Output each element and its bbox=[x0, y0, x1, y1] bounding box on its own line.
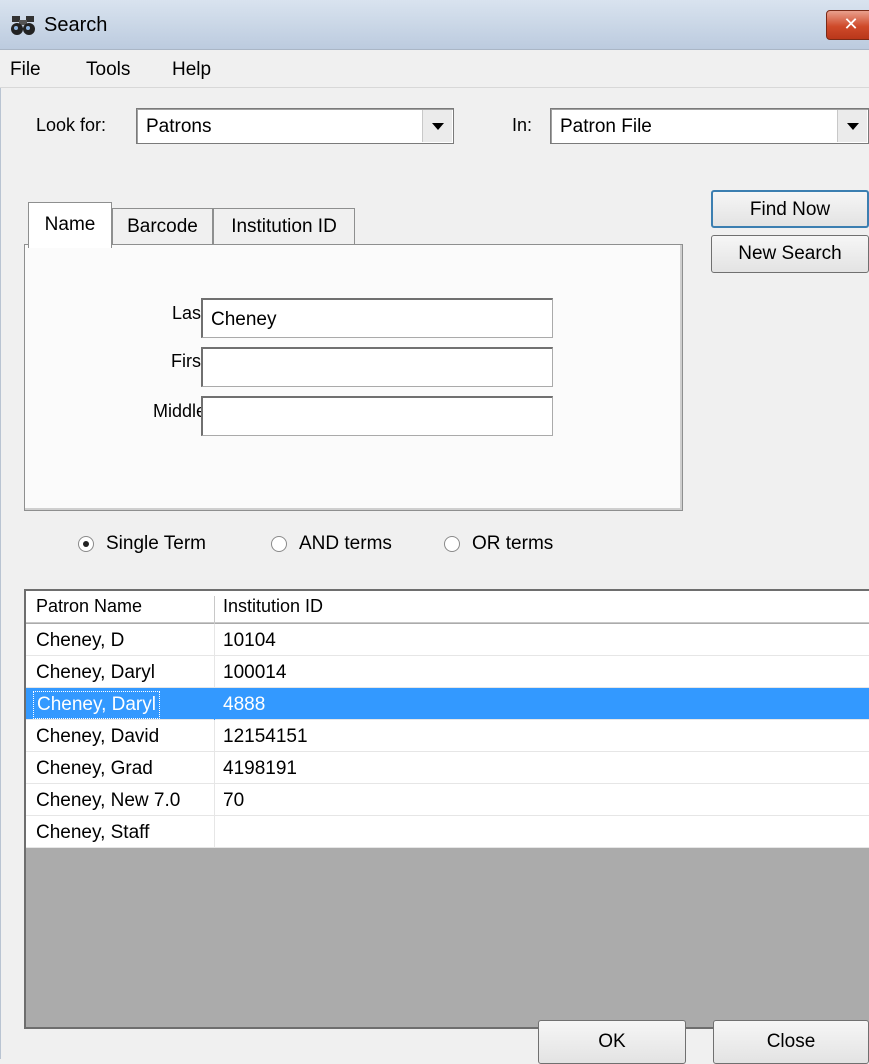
look-for-label: Look for: bbox=[36, 115, 107, 135]
last-name-field[interactable]: Cheney bbox=[201, 298, 553, 338]
column-patron-name[interactable]: Patron Name bbox=[36, 596, 142, 617]
and-terms-radio[interactable] bbox=[271, 536, 287, 552]
close-icon: ✕ bbox=[843, 14, 859, 34]
first-label: First: bbox=[171, 351, 211, 371]
last-name-value: Cheney bbox=[211, 309, 277, 330]
middle-name-field[interactable] bbox=[201, 396, 553, 436]
window-left-border bbox=[0, 88, 5, 1059]
look-for-dropdown[interactable]: Patrons bbox=[136, 108, 454, 144]
table-row[interactable]: Cheney, Staff bbox=[26, 816, 869, 848]
table-row[interactable]: Cheney, Grad 4198191 bbox=[26, 752, 869, 784]
chevron-down-icon[interactable] bbox=[422, 110, 452, 142]
new-search-button[interactable]: New Search bbox=[711, 235, 869, 273]
in-label: In: bbox=[512, 115, 533, 135]
patron-name-cell: Cheney, Daryl bbox=[36, 662, 155, 683]
ok-button[interactable]: OK bbox=[538, 1020, 686, 1064]
menu-tools[interactable]: Tools bbox=[86, 59, 130, 81]
in-value: Patron File bbox=[560, 116, 652, 137]
institution-id-cell: 100014 bbox=[223, 662, 287, 683]
menu-bar: File Tools Help bbox=[0, 50, 869, 88]
menu-help[interactable]: Help bbox=[172, 59, 211, 81]
single-term-radio[interactable] bbox=[78, 536, 94, 552]
close-window-button[interactable]: ✕ bbox=[826, 10, 869, 40]
tab-name[interactable]: Name bbox=[28, 202, 112, 248]
institution-id-cell: 10104 bbox=[223, 630, 276, 651]
results-list[interactable]: Patron Name Institution ID Cheney, D 101… bbox=[24, 589, 869, 1029]
find-now-button[interactable]: Find Now bbox=[711, 190, 869, 228]
close-button[interactable]: Close bbox=[713, 1020, 869, 1064]
or-terms-label[interactable]: OR terms bbox=[472, 533, 553, 555]
tab-barcode[interactable]: Barcode bbox=[112, 208, 213, 244]
or-terms-radio[interactable] bbox=[444, 536, 460, 552]
patron-name-cell: Cheney, D bbox=[36, 630, 125, 651]
tab-institution-id[interactable]: Institution ID bbox=[213, 208, 355, 244]
first-name-field[interactable] bbox=[201, 347, 553, 387]
patron-name-cell: Cheney, David bbox=[36, 726, 160, 747]
in-dropdown[interactable]: Patron File bbox=[550, 108, 869, 144]
results-header: Patron Name Institution ID bbox=[26, 591, 869, 628]
table-row[interactable]: Cheney, Daryl 100014 bbox=[26, 656, 869, 688]
patron-name-cell: Cheney, Grad bbox=[36, 758, 153, 779]
and-terms-label[interactable]: AND terms bbox=[299, 533, 392, 555]
menu-file[interactable]: File bbox=[10, 59, 41, 81]
institution-id-cell: 4888 bbox=[223, 694, 266, 715]
patron-name-cell: Cheney, New 7.0 bbox=[36, 790, 181, 811]
middle-label: Middle: bbox=[152, 401, 211, 421]
look-for-value: Patrons bbox=[146, 116, 212, 137]
table-row[interactable]: Cheney, D 10104 bbox=[26, 624, 869, 656]
institution-id-cell: 4198191 bbox=[223, 758, 297, 779]
patron-name-cell: Cheney, Daryl bbox=[33, 691, 160, 719]
table-row[interactable]: Cheney, New 7.0 70 bbox=[26, 784, 869, 816]
table-row[interactable]: Cheney, David 12154151 bbox=[26, 720, 869, 752]
table-row-selected[interactable]: Cheney, Daryl 4888 bbox=[26, 688, 869, 720]
patron-name-cell: Cheney, Staff bbox=[36, 822, 150, 843]
chevron-down-icon[interactable] bbox=[837, 110, 867, 142]
last-label: Last: bbox=[171, 303, 211, 323]
name-tab-panel: Last: First: Middle: Cheney bbox=[24, 244, 683, 511]
column-institution-id[interactable]: Institution ID bbox=[223, 596, 323, 617]
institution-id-cell: 12154151 bbox=[223, 726, 308, 747]
window-title: Search bbox=[44, 14, 108, 36]
binoculars-icon bbox=[11, 16, 35, 35]
institution-id-cell: 70 bbox=[223, 790, 245, 811]
title-bar: Search ✕ bbox=[0, 0, 869, 50]
single-term-label[interactable]: Single Term bbox=[106, 533, 206, 555]
